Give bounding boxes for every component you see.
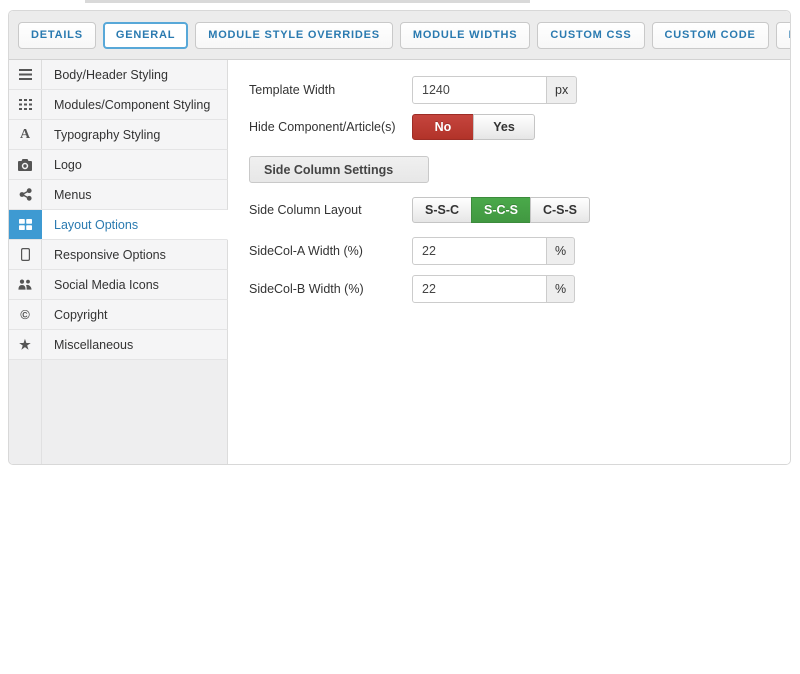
layout-css-button[interactable]: C-S-S bbox=[530, 197, 590, 223]
general-settings-form: Template Width px Hide Component/Article… bbox=[228, 60, 790, 464]
settings-sidebar: Body/Header Styling Modules/Component St… bbox=[9, 60, 228, 464]
hide-component-no-button[interactable]: No bbox=[412, 114, 474, 140]
sidebar-item-typography-styling[interactable]: A Typography Styling bbox=[9, 120, 228, 150]
sidecol-b-label: SideCol-B Width (%) bbox=[249, 282, 412, 297]
side-column-settings-toggle-button[interactable]: Side Column Settings bbox=[249, 156, 429, 183]
bars-icon bbox=[19, 69, 32, 80]
template-width-label: Template Width bbox=[249, 83, 412, 98]
cutoff-element-edge bbox=[85, 0, 530, 3]
sidebar-filler bbox=[9, 360, 228, 464]
template-width-input[interactable] bbox=[412, 76, 547, 104]
sidecol-a-label: SideCol-A Width (%) bbox=[249, 244, 412, 259]
sidecol-a-row: SideCol-A Width (%) % bbox=[249, 237, 790, 265]
template-width-unit: px bbox=[547, 76, 577, 104]
sidebar-item-responsive-options[interactable]: Responsive Options bbox=[9, 240, 228, 270]
sidebar-item-label: Typography Styling bbox=[42, 120, 227, 149]
hide-component-toggle: No Yes bbox=[412, 114, 535, 140]
mobile-icon bbox=[21, 248, 30, 261]
sidebar-item-logo[interactable]: Logo bbox=[9, 150, 228, 180]
sidebar-item-modules-component-styling[interactable]: Modules/Component Styling bbox=[9, 90, 228, 120]
sidecol-b-row: SideCol-B Width (%) % bbox=[249, 275, 790, 303]
tab-custom-css[interactable]: CUSTOM CSS bbox=[537, 22, 644, 49]
sidebar-item-label: Body/Header Styling bbox=[42, 60, 227, 89]
sidebar-item-label: Miscellaneous bbox=[42, 330, 227, 359]
sidebar-item-body-header-styling[interactable]: Body/Header Styling bbox=[9, 60, 228, 90]
sidebar-item-label: Logo bbox=[42, 150, 227, 179]
tab-module-style-overrides[interactable]: MODULE STYLE OVERRIDES bbox=[195, 22, 393, 49]
sidebar-item-label: Menus bbox=[42, 180, 227, 209]
tab-module-widths[interactable]: MODULE WIDTHS bbox=[400, 22, 531, 49]
sidebar-item-copyright[interactable]: © Copyright bbox=[9, 300, 228, 330]
sidecol-a-width-input[interactable] bbox=[412, 237, 547, 265]
side-column-layout-toggle: S-S-C S-C-S C-S-S bbox=[412, 197, 590, 223]
hide-component-label: Hide Component/Article(s) bbox=[249, 120, 412, 135]
template-width-row: Template Width px bbox=[249, 76, 790, 104]
sidebar-item-layout-options[interactable]: Layout Options bbox=[9, 210, 228, 240]
hide-component-yes-button[interactable]: Yes bbox=[473, 114, 535, 140]
sidebar-item-label: Copyright bbox=[42, 300, 227, 329]
tab-general[interactable]: GENERAL bbox=[103, 22, 188, 49]
sidebar-item-label: Responsive Options bbox=[42, 240, 227, 269]
sidecol-b-unit: % bbox=[547, 275, 575, 303]
template-settings-panel: DETAILS GENERAL MODULE STYLE OVERRIDES M… bbox=[8, 10, 791, 465]
hide-component-row: Hide Component/Article(s) No Yes bbox=[249, 114, 790, 140]
sidebar-item-label: Layout Options bbox=[42, 210, 227, 239]
sidebar-item-social-media-icons[interactable]: Social Media Icons bbox=[9, 270, 228, 300]
tab-details[interactable]: DETAILS bbox=[18, 22, 96, 49]
th-large-icon bbox=[19, 219, 32, 230]
letter-a-icon: A bbox=[20, 128, 30, 142]
users-icon bbox=[18, 279, 32, 290]
sidecol-a-unit: % bbox=[547, 237, 575, 265]
sidebar-item-label: Social Media Icons bbox=[42, 270, 227, 299]
layout-ssc-button[interactable]: S-S-C bbox=[412, 197, 472, 223]
sidecol-b-width-input[interactable] bbox=[412, 275, 547, 303]
side-column-layout-label: Side Column Layout bbox=[249, 203, 412, 218]
tab-menu-assignment[interactable]: MENU ASSIGNMENT bbox=[776, 22, 791, 49]
share-nodes-icon bbox=[19, 188, 32, 201]
copyright-icon: © bbox=[20, 308, 30, 321]
sidebar-item-menus[interactable]: Menus bbox=[9, 180, 228, 210]
tab-custom-code[interactable]: CUSTOM CODE bbox=[652, 22, 769, 49]
panel-body: Body/Header Styling Modules/Component St… bbox=[9, 60, 790, 464]
sidebar-item-label: Modules/Component Styling bbox=[42, 90, 227, 119]
layout-scs-button[interactable]: S-C-S bbox=[471, 197, 531, 223]
camera-icon bbox=[18, 159, 32, 171]
th-grid-icon bbox=[19, 99, 32, 110]
star-icon: ★ bbox=[19, 338, 31, 351]
top-tabbar: DETAILS GENERAL MODULE STYLE OVERRIDES M… bbox=[9, 11, 790, 60]
side-column-layout-row: Side Column Layout S-S-C S-C-S C-S-S bbox=[249, 197, 790, 223]
sidebar-item-miscellaneous[interactable]: ★ Miscellaneous bbox=[9, 330, 228, 360]
